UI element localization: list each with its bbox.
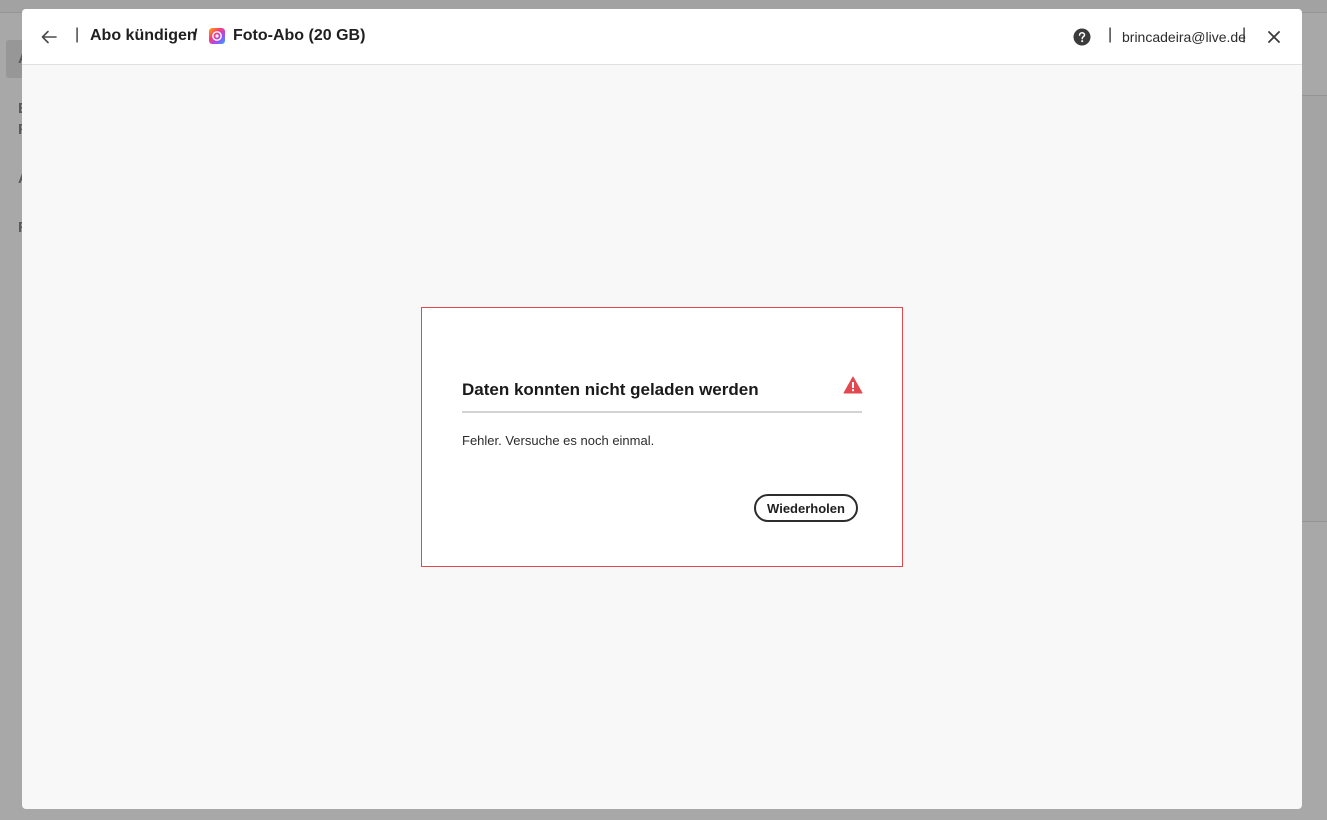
close-icon[interactable] — [1266, 29, 1282, 45]
help-icon[interactable] — [1073, 28, 1091, 46]
retry-button[interactable]: Wiederholen — [754, 494, 858, 522]
header-separator: | — [1242, 26, 1247, 43]
header-separator: | — [75, 26, 80, 43]
creative-cloud-icon — [209, 28, 225, 44]
error-message: Fehler. Versuche es noch einmal. — [462, 433, 655, 448]
arrow-left-icon[interactable] — [40, 28, 58, 46]
breadcrumb-current: Foto-Abo (20 GB) — [233, 27, 366, 44]
alert-icon — [843, 376, 863, 394]
header-separator: | — [1108, 26, 1113, 43]
error-card: Daten konnten nicht geladen werden Fehle… — [421, 307, 903, 567]
breadcrumb-parent[interactable]: Abo kündigen — [90, 27, 197, 45]
breadcrumb-slash: / — [193, 27, 198, 44]
error-divider — [462, 411, 862, 413]
error-title: Daten konnten nicht geladen werden — [462, 380, 759, 399]
user-email[interactable]: brincadeira@live.de — [1122, 29, 1246, 45]
cancel-subscription-modal: | Abo kündigen / Foto-Abo (20 GB) | brin… — [22, 9, 1302, 809]
modal-header: | Abo kündigen / Foto-Abo (20 GB) | brin… — [22, 9, 1302, 65]
